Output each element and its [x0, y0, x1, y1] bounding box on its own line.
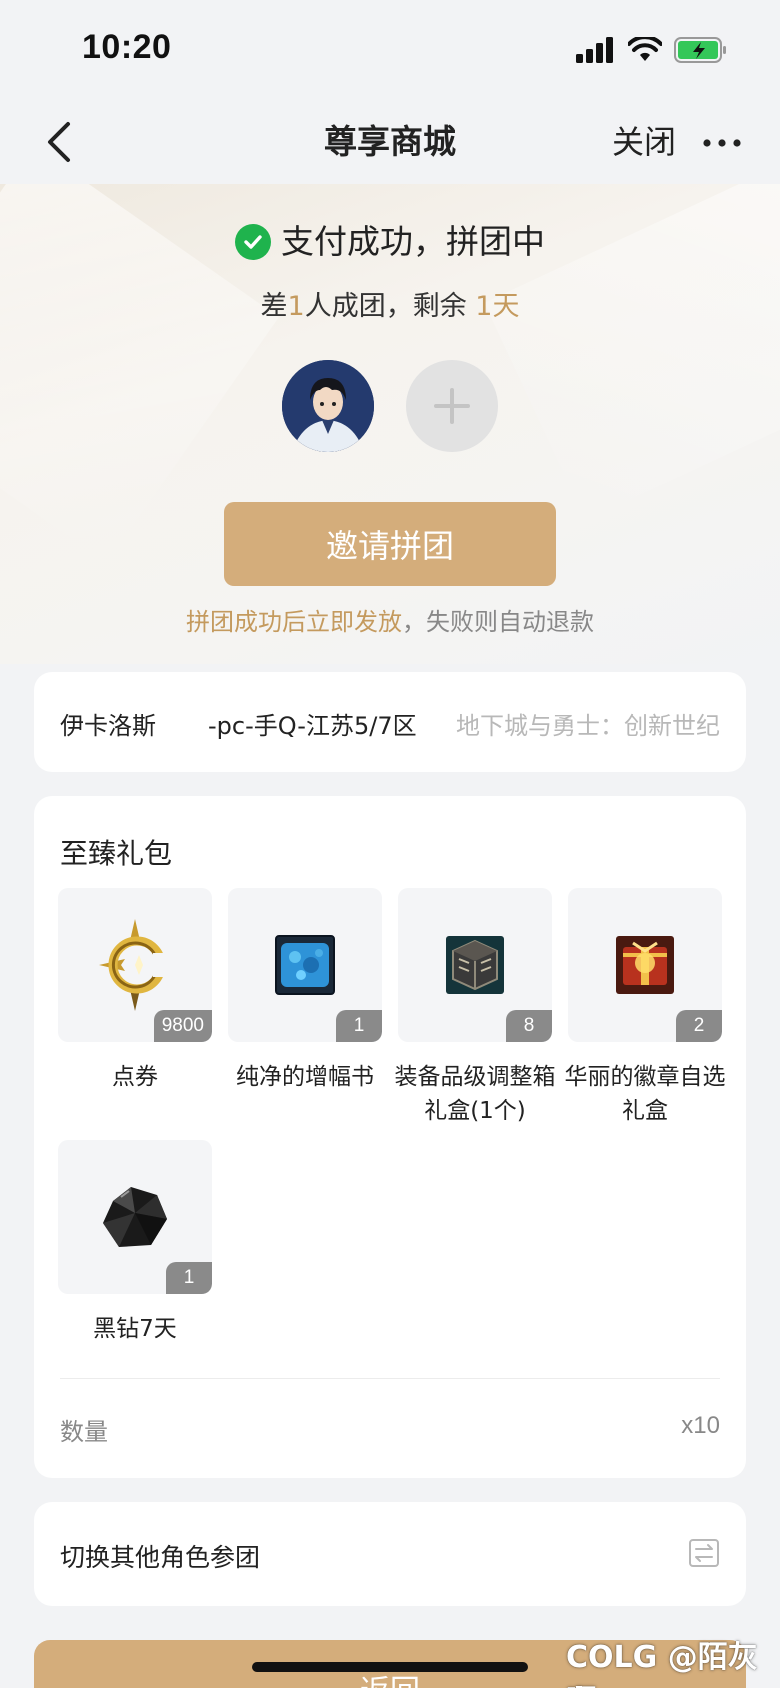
pack-title: 至臻礼包 [60, 837, 173, 870]
quantity-value: x10 [681, 1412, 720, 1439]
plus-icon [434, 388, 470, 424]
more-icon[interactable] [702, 128, 742, 158]
battery-icon [674, 37, 726, 63]
add-member-button[interactable] [406, 360, 498, 452]
group-remaining-text: 差1人成团，剩余 1天 [0, 284, 780, 323]
divider [60, 1378, 720, 1379]
item-thumbnail: 9800 [58, 888, 212, 1042]
payment-title: 支付成功，拼团中 [281, 222, 545, 261]
grade-box-icon [446, 936, 504, 994]
switch-role-row[interactable]: 切换其他角色参团 [34, 1502, 746, 1606]
gift-pack-card: 至臻礼包 9800 点券 1 纯净的增幅书 8 装备品级调整箱礼盒(1个) 2 … [34, 796, 746, 1478]
item-count: 9800 [153, 1010, 212, 1042]
signal-icon [576, 37, 613, 63]
switch-role-label: 切换其他角色参团 [60, 1543, 261, 1572]
list-item[interactable]: 8 装备品级调整箱礼盒(1个) [395, 888, 556, 1128]
list-item[interactable]: 2 华丽的徽章自选礼盒 [565, 888, 726, 1128]
list-item[interactable]: 9800 点券 [58, 888, 212, 1094]
invite-group-button[interactable]: 邀请拼团 [224, 502, 556, 586]
remaining-middle: 人成团，剩余 [304, 291, 476, 322]
black-diamond-icon [103, 1187, 167, 1247]
remaining-count: 1 [287, 291, 305, 322]
emblem-box-icon [616, 936, 674, 994]
item-thumbnail: 8 [398, 888, 552, 1042]
remaining-time: 1天 [475, 291, 520, 322]
invite-note: 拼团成功后立即发放，失败则自动退款 [0, 602, 780, 637]
close-button[interactable]: 关闭 [612, 116, 676, 168]
item-thumbnail: 2 [568, 888, 722, 1042]
game-name: 地下城与勇士：创新世纪 [456, 712, 720, 740]
role-name: 伊卡洛斯 [60, 712, 156, 740]
server-zone: -pc-手Q-江苏5/7区 [208, 712, 417, 740]
item-count: 2 [676, 1010, 722, 1042]
list-item[interactable]: 1 黑钻7天 [58, 1140, 212, 1346]
list-item[interactable]: 1 纯净的增幅书 [228, 888, 382, 1094]
status-icons [576, 36, 728, 64]
item-name: 黑钻7天 [93, 1316, 177, 1342]
nav-bar: 尊享商城 关闭 [0, 100, 780, 184]
status-bar: 10:20 [0, 0, 780, 100]
item-count: 1 [336, 1010, 382, 1042]
server-info-card: 伊卡洛斯 -pc-手Q-江苏5/7区 地下城与勇士：创新世纪 [34, 672, 746, 772]
item-thumbnail: 1 [58, 1140, 212, 1294]
item-name: 纯净的增幅书 [236, 1064, 374, 1090]
status-time: 10:20 [82, 28, 172, 66]
quantity-label: 数量 [60, 1418, 108, 1446]
item-thumbnail: 1 [228, 888, 382, 1042]
remaining-prefix: 差 [260, 291, 288, 322]
item-name: 装备品级调整箱礼盒(1个) [394, 1064, 556, 1124]
item-name: 点券 [112, 1064, 158, 1090]
wifi-icon [628, 37, 662, 61]
item-count: 1 [166, 1262, 212, 1294]
item-count: 8 [506, 1010, 552, 1042]
item-name: 华丽的徽章自选礼盒 [564, 1064, 726, 1124]
check-circle-icon [235, 224, 271, 260]
amplify-book-icon [275, 935, 335, 995]
watermark: COLG @陌灰啊 [566, 1640, 758, 1688]
invite-note-rest: ，失败则自动退款 [402, 608, 594, 636]
group-members [282, 360, 498, 452]
home-indicator [252, 1662, 528, 1672]
coupon-icon [99, 919, 169, 1011]
avatar [282, 360, 374, 452]
invite-note-highlight: 拼团成功后立即发放 [186, 608, 402, 636]
switch-icon [689, 1539, 719, 1567]
payment-status: 支付成功，拼团中 [0, 220, 780, 264]
payment-status-section: 支付成功，拼团中 差1人成团，剩余 1天 邀请拼团 拼团成功后立即发放，失败则自… [0, 184, 780, 664]
